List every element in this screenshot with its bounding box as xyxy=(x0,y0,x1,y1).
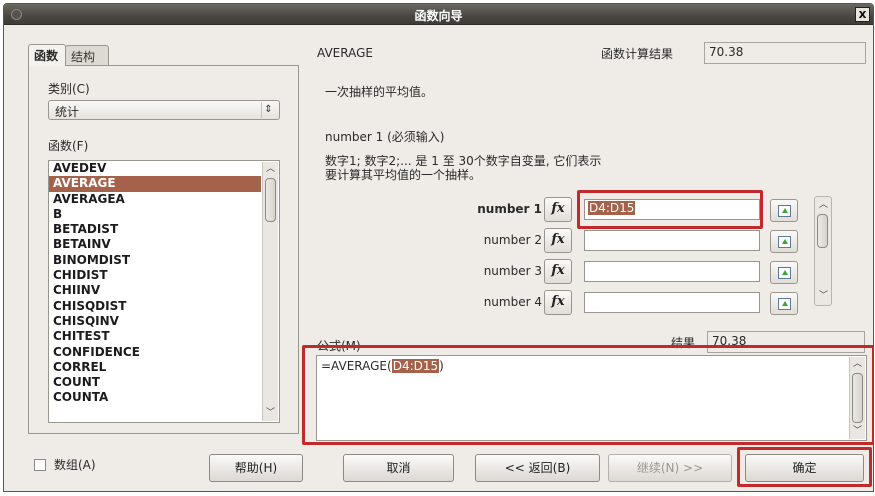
scroll-down-icon[interactable]: ﹀ xyxy=(263,406,278,421)
shrink-icon xyxy=(778,205,791,217)
shrink-icon xyxy=(778,236,791,248)
function-wizard-dialog: 函数向导 x 函数 结构 类别(C) 统计 ⇕ 函数(F) AVEDEV AVE… xyxy=(3,3,874,492)
scroll-thumb[interactable] xyxy=(817,214,828,248)
shrink-button[interactable] xyxy=(770,199,798,222)
argument-row-4: number 4 fx xyxy=(424,290,814,316)
argument-row-2: number 2 fx xyxy=(424,228,814,254)
function-item[interactable]: AVEDEV xyxy=(49,161,261,176)
function-list-scrollbar[interactable]: ︿ ﹀ xyxy=(262,162,278,421)
arguments-scrollbar[interactable]: ︿ ﹀ xyxy=(814,196,832,306)
argument-input-4[interactable] xyxy=(584,292,760,313)
function-item[interactable]: COUNT xyxy=(49,375,261,390)
argument-description-line: 要计算其平均值的一个抽样。 xyxy=(325,168,482,182)
function-item-selected[interactable]: AVERAGE xyxy=(49,176,261,192)
function-item[interactable]: CHISQDIST xyxy=(49,299,261,314)
ok-button[interactable]: 确定 xyxy=(745,454,864,482)
shrink-button[interactable] xyxy=(770,230,798,253)
window-title: 函数向导 xyxy=(414,9,463,23)
back-button[interactable]: << 返回(B) xyxy=(475,454,600,482)
function-result-value: 70.38 xyxy=(704,42,866,64)
updown-arrows-icon: ⇕ xyxy=(261,102,275,118)
highlight-box-argument xyxy=(577,190,763,229)
help-button[interactable]: 帮助(H) xyxy=(209,454,303,482)
function-item[interactable]: AVERAGEA xyxy=(49,192,261,207)
tab-structure[interactable]: 结构 xyxy=(65,45,109,66)
argument-description-line: 数字1; 数字2;... 是 1 至 30个数字自变量, 它们表示 xyxy=(325,154,602,168)
close-button[interactable]: x xyxy=(855,7,870,22)
functions-panel: 类别(C) 统计 ⇕ 函数(F) AVEDEV AVERAGE AVERAGEA… xyxy=(28,65,299,434)
scroll-up-icon[interactable]: ︿ xyxy=(263,162,278,177)
function-description: 一次抽样的平均值。 xyxy=(325,85,434,99)
shrink-icon xyxy=(778,298,791,310)
title-bar: 函数向导 x xyxy=(4,4,873,25)
cancel-button[interactable]: 取消 xyxy=(343,454,454,482)
function-item[interactable]: BETAINV xyxy=(49,237,261,252)
function-label: 函数(F) xyxy=(48,139,89,153)
shrink-button[interactable] xyxy=(770,261,798,284)
argument-row-3: number 3 fx xyxy=(424,259,814,285)
argument-description: 数字1; 数字2;... 是 1 至 30个数字自变量, 它们表示 要计算其平均… xyxy=(325,154,705,182)
argument-title: number 1 (必须输入) xyxy=(325,130,445,144)
scroll-thumb[interactable] xyxy=(265,178,276,222)
function-item[interactable]: CHISQINV xyxy=(49,314,261,329)
argument-input-3[interactable] xyxy=(584,261,760,282)
next-button[interactable]: 继续(N) >> xyxy=(608,454,732,482)
function-list[interactable]: AVEDEV AVERAGE AVERAGEA B BETADIST BETAI… xyxy=(48,160,280,423)
fx-button[interactable]: fx xyxy=(544,259,572,284)
function-item[interactable]: CONFIDENCE xyxy=(49,345,261,360)
function-item[interactable]: B xyxy=(49,207,261,222)
function-item[interactable]: BETADIST xyxy=(49,222,261,237)
function-item[interactable]: CHIDIST xyxy=(49,268,261,283)
function-item[interactable]: CHIINV xyxy=(49,283,261,298)
function-item[interactable]: CHITEST xyxy=(49,329,261,344)
argument-label: number 3 xyxy=(483,264,542,278)
function-name: AVERAGE xyxy=(317,46,373,60)
function-item[interactable]: COUNTA xyxy=(49,390,261,405)
array-checkbox[interactable] xyxy=(34,459,46,471)
shrink-button[interactable] xyxy=(770,292,798,315)
shrink-icon xyxy=(778,267,791,279)
function-item[interactable]: BINOMDIST xyxy=(49,253,261,268)
function-item[interactable]: CORREL xyxy=(49,360,261,375)
function-result-label: 函数计算结果 xyxy=(601,47,674,61)
scroll-down-icon[interactable]: ﹀ xyxy=(816,289,831,304)
scroll-up-icon[interactable]: ︿ xyxy=(816,198,831,213)
fx-button[interactable]: fx xyxy=(544,228,572,253)
highlight-box-formula xyxy=(302,345,873,445)
argument-input-2[interactable] xyxy=(584,230,760,251)
argument-label: number 2 xyxy=(483,233,542,247)
fx-button[interactable]: fx xyxy=(544,290,572,315)
argument-label: number 1 xyxy=(477,202,542,216)
fx-button[interactable]: fx xyxy=(544,197,572,222)
tab-functions[interactable]: 函数 xyxy=(28,44,66,66)
category-value: 统计 xyxy=(55,105,80,119)
array-label[interactable]: 数组(A) xyxy=(54,456,96,473)
category-label: 类别(C) xyxy=(48,82,90,96)
argument-label: number 4 xyxy=(483,295,542,309)
category-select[interactable]: 统计 ⇕ xyxy=(48,100,280,120)
